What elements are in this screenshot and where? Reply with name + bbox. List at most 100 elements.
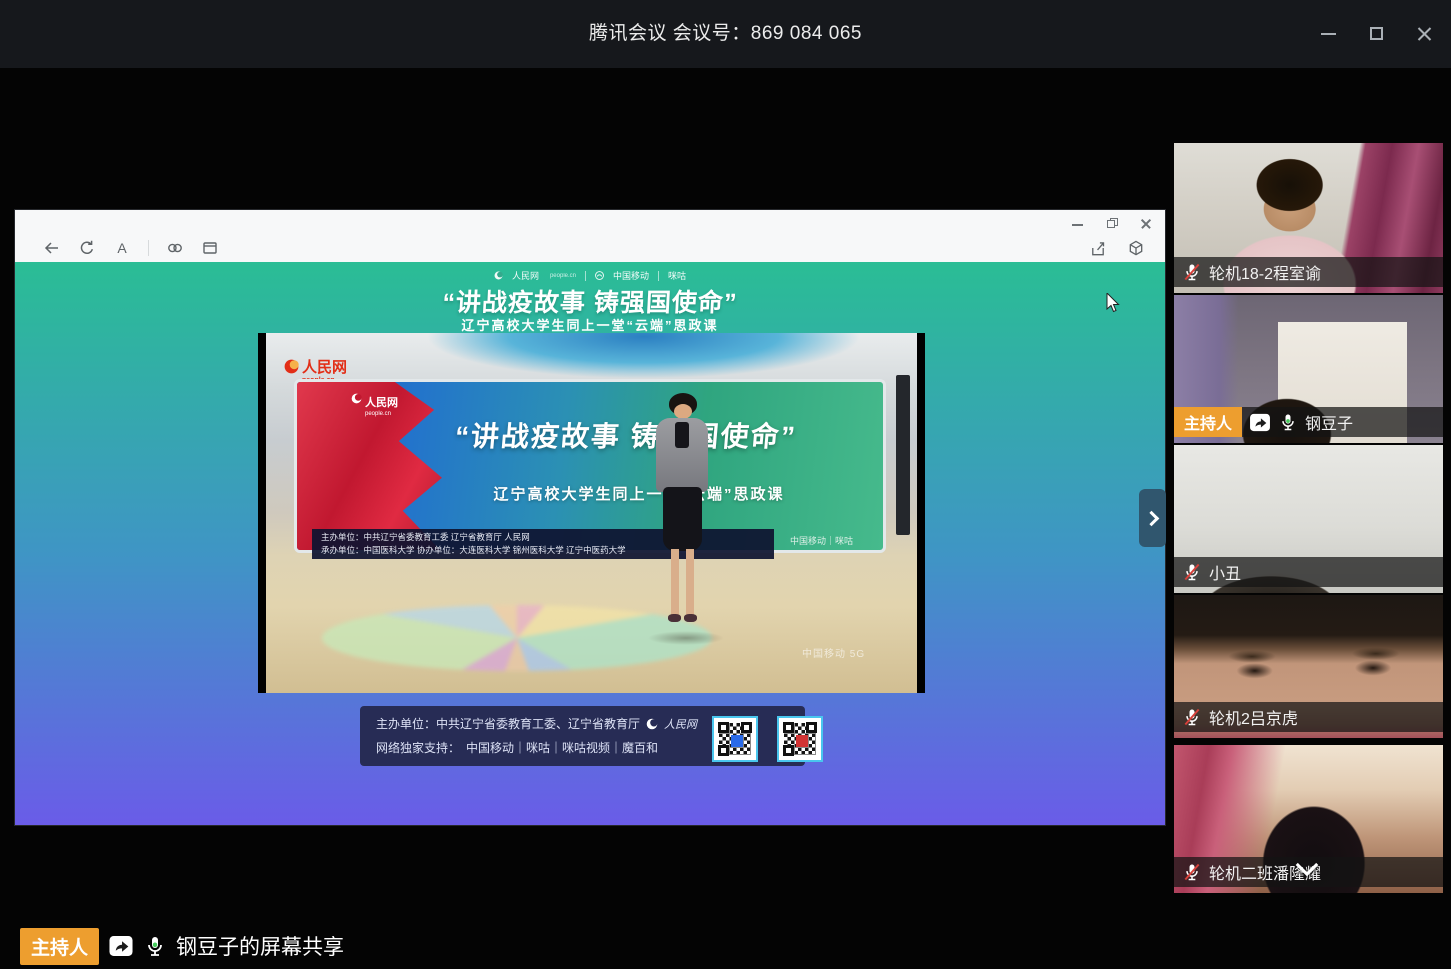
qr-center-logo bbox=[731, 735, 743, 747]
refresh-icon bbox=[78, 239, 96, 257]
china-mobile-logo-label: 中国移动 bbox=[613, 269, 649, 282]
panel-icon bbox=[201, 239, 219, 257]
presenter-shadow bbox=[648, 631, 724, 645]
participant-name-bar: 轮机18-2程室谕 bbox=[1174, 257, 1443, 287]
host-badge: 主持人 bbox=[1174, 407, 1242, 437]
mic-on-icon bbox=[1278, 412, 1298, 432]
toolbar-divider bbox=[148, 240, 149, 256]
mic-on-icon bbox=[143, 934, 167, 958]
back-button[interactable] bbox=[43, 239, 61, 257]
participant-name-bar: 小丑 bbox=[1174, 557, 1443, 587]
sidebar-expand-button[interactable] bbox=[1139, 489, 1166, 547]
qr-center-logo bbox=[796, 735, 808, 747]
link-icon bbox=[166, 239, 184, 257]
organizer-banner: 主办单位：中共辽宁省委教育工委 辽宁省教育厅 人民网 承办单位：中国医科大学 协… bbox=[312, 529, 774, 559]
browser-toolbar-right bbox=[1089, 236, 1145, 260]
screen-share-icon bbox=[108, 935, 134, 957]
screen-title: “讲战疫故事 铸强国使命” bbox=[373, 415, 878, 455]
webpage-content: 人民网 people.cn 中国移动 咪咕 “讲战疫故事 铸强国使命” 辽宁高校… bbox=[15, 262, 1165, 825]
close-button[interactable] bbox=[1415, 24, 1435, 44]
mic-muted-icon bbox=[1182, 862, 1202, 882]
share-status-bar: 主持人 钢豆子的屏幕共享 bbox=[20, 928, 344, 964]
meeting-title: 腾讯会议 会议号：869 084 065 bbox=[0, 0, 1451, 68]
china-mobile-logo-icon bbox=[595, 271, 604, 280]
restore-icon bbox=[1107, 220, 1115, 228]
live-video-player[interactable]: 人民网 people.cn 人民网 people.cn bbox=[258, 333, 925, 693]
migu-logo-label: 咪咕 bbox=[668, 269, 686, 282]
browser-close-button[interactable] bbox=[1139, 218, 1153, 230]
presenter-leg bbox=[671, 549, 679, 617]
qr-corner bbox=[718, 722, 729, 733]
people-logo-icon bbox=[494, 271, 503, 280]
china-mobile-5g-watermark: 中国移动 5G bbox=[802, 645, 865, 660]
people-logo-sub: people.cn bbox=[550, 273, 576, 279]
qr-code bbox=[712, 716, 758, 762]
page-title: “讲战疫故事 铸强国使命” bbox=[15, 283, 1165, 319]
screen-subtitle: 辽宁高校大学生同上一堂“云端”思政课 bbox=[407, 483, 871, 504]
maximize-button[interactable] bbox=[1367, 24, 1387, 44]
participant-tile[interactable]: 轮机2吕京虎 bbox=[1174, 595, 1443, 738]
extensions-button[interactable] bbox=[1127, 239, 1145, 257]
page-logo-row: 人民网 people.cn 中国移动 咪咕 bbox=[15, 269, 1165, 282]
footer-line1: 主办单位：中共辽宁省委教育工委、辽宁省教育厅 bbox=[376, 715, 640, 732]
people-logo-icon bbox=[646, 718, 658, 730]
footer-line2-label: 网络独家支持： bbox=[376, 739, 460, 756]
qr-corner bbox=[783, 722, 794, 733]
participant-name-bar: 轮机2吕京虎 bbox=[1174, 702, 1443, 732]
mouse-cursor bbox=[1106, 293, 1122, 315]
participant-name: 轮机18-2程室谕 bbox=[1209, 260, 1321, 284]
minimize-icon bbox=[1321, 33, 1336, 35]
mic-muted-icon bbox=[1182, 562, 1202, 582]
studio-led-screen: 人民网 people.cn “讲战疫故事 铸强国使命” 辽宁高校大学生同上一堂“… bbox=[294, 379, 886, 553]
side-monitor bbox=[896, 375, 910, 535]
window-controls bbox=[1319, 0, 1435, 68]
font-size-label: A bbox=[117, 240, 126, 256]
qr-corner bbox=[806, 722, 817, 733]
presenter-skirt bbox=[663, 487, 702, 551]
minimize-button[interactable] bbox=[1319, 24, 1339, 44]
qr-code bbox=[777, 716, 823, 762]
font-size-button[interactable]: A bbox=[113, 239, 131, 257]
logo-divider bbox=[585, 271, 586, 281]
qr-corner bbox=[783, 745, 794, 756]
mic-muted-icon bbox=[1182, 707, 1202, 727]
refresh-button[interactable] bbox=[78, 239, 96, 257]
participant-name: 轮机2吕京虎 bbox=[1209, 705, 1298, 729]
back-arrow-icon bbox=[43, 239, 61, 257]
people-logo-icon bbox=[284, 359, 299, 374]
cursor-arrow-icon bbox=[1106, 293, 1122, 315]
presenter-leg bbox=[686, 549, 694, 617]
browser-toolbar: A bbox=[43, 236, 219, 260]
people-logo-label: 人民网 bbox=[302, 359, 347, 376]
share-export-icon bbox=[1089, 239, 1107, 258]
qr-corner bbox=[741, 722, 752, 733]
participant-name: 钢豆子 bbox=[1305, 410, 1353, 434]
browser-minimize-button[interactable] bbox=[1071, 218, 1085, 230]
reading-mode-button[interactable] bbox=[201, 239, 219, 257]
share-page-button[interactable] bbox=[1089, 239, 1107, 257]
meeting-window: 腾讯会议 会议号：869 084 065 A bbox=[0, 0, 1451, 969]
participant-tile[interactable]: 轮机二班潘隆耀 bbox=[1174, 745, 1443, 893]
studio-scene: 人民网 people.cn 人民网 people.cn bbox=[266, 333, 917, 693]
page-subtitle: 辽宁高校大学生同上一堂“云端”思政课 bbox=[15, 315, 1165, 334]
participant-tile[interactable]: 轮机18-2程室谕 bbox=[1174, 143, 1443, 293]
cube-icon bbox=[1127, 239, 1145, 258]
chevron-right-icon bbox=[1143, 510, 1159, 526]
logo-divider bbox=[658, 271, 659, 281]
link-button[interactable] bbox=[166, 239, 184, 257]
screen-brand-logos: 中国移动｜咪咕 bbox=[790, 534, 853, 547]
participant-tile[interactable]: 小丑 bbox=[1174, 445, 1443, 593]
footer-line2-brands: 中国移动｜咪咕｜咪咕视频｜魔百和 bbox=[466, 739, 658, 756]
people-logo-label: 人民网 bbox=[365, 397, 398, 409]
participant-name-bar: 主持人 钢豆子 bbox=[1174, 407, 1443, 437]
people-logo-label: 人民网 bbox=[512, 269, 539, 282]
browser-restore-button[interactable] bbox=[1105, 218, 1119, 230]
participant-name: 小丑 bbox=[1209, 560, 1241, 584]
qr-corner bbox=[718, 745, 729, 756]
host-badge: 主持人 bbox=[20, 928, 99, 965]
screen-people-logo: 人民网 people.cn bbox=[351, 393, 398, 417]
presenter-shirt bbox=[675, 422, 689, 448]
mic-muted-icon bbox=[1182, 262, 1202, 282]
browser-window-controls bbox=[1071, 218, 1153, 230]
participant-tile[interactable]: 主持人 钢豆子 bbox=[1174, 295, 1443, 443]
